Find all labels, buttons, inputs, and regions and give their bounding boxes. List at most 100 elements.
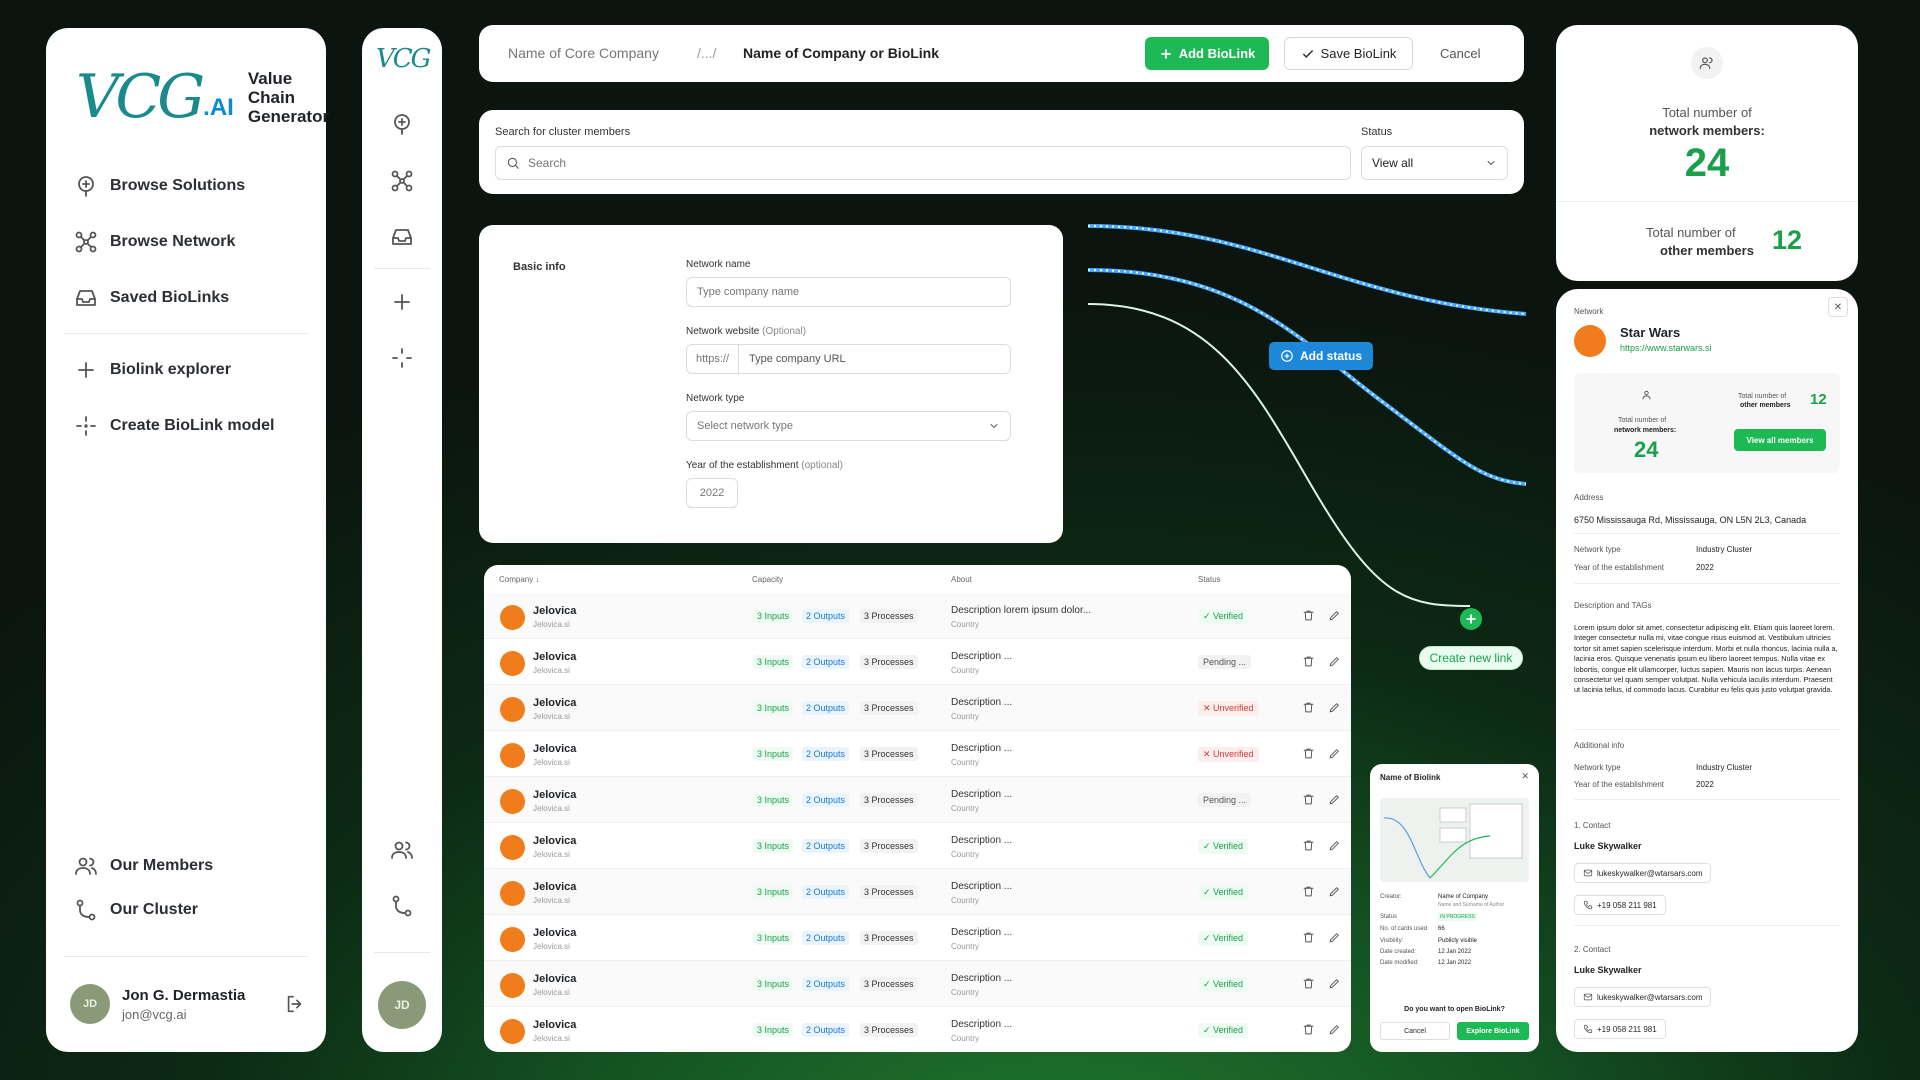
view-all-members-button[interactable]: View all members bbox=[1734, 429, 1826, 451]
network-name-field[interactable]: Type company name bbox=[686, 277, 1011, 307]
biolink-thumbnail[interactable] bbox=[1380, 798, 1529, 882]
nav-browse-solutions[interactable]: Browse Solutions bbox=[74, 174, 245, 198]
nav-biolink-explorer[interactable]: Biolink explorer bbox=[74, 358, 231, 382]
check-icon bbox=[1302, 49, 1313, 58]
nav-our-cluster[interactable]: Our Cluster bbox=[74, 898, 198, 922]
table-row[interactable]: Jelovica Jelovica.si 3 Inputs 2 Outputs 3 Pr… bbox=[484, 961, 1351, 1007]
edit-icon[interactable] bbox=[1328, 885, 1341, 898]
section-title: Basic info bbox=[513, 261, 566, 273]
about-description: Description ... bbox=[951, 1019, 1013, 1030]
breadcrumb-ellipsis[interactable]: /.../ bbox=[697, 45, 716, 61]
button-label: Add status bbox=[1299, 349, 1362, 363]
contact1-email[interactable]: lukeskywalker@wtarsars.com bbox=[1574, 863, 1712, 883]
crosshair-icon bbox=[76, 416, 96, 436]
contact2-email[interactable]: lukeskywalker@wtarsars.com bbox=[1574, 987, 1712, 1007]
trash-icon[interactable] bbox=[1302, 885, 1315, 898]
network-icon[interactable] bbox=[390, 169, 414, 193]
trash-icon[interactable] bbox=[1302, 701, 1315, 714]
edit-icon[interactable] bbox=[1328, 609, 1341, 622]
email-text: lukeskywalker@wtarsars.com bbox=[1597, 992, 1703, 1002]
search-card: Search for cluster members Search Status… bbox=[479, 110, 1524, 194]
table-row[interactable]: Jelovica Jelovica.si 3 Inputs 2 Outputs 3 Pr… bbox=[484, 1007, 1351, 1052]
plus-icon[interactable] bbox=[390, 290, 414, 314]
add-nt-label: Network type bbox=[1574, 763, 1621, 772]
edit-icon[interactable] bbox=[1328, 977, 1341, 990]
network-type-select[interactable]: Select network type bbox=[686, 411, 1011, 441]
network-website-field[interactable]: https:// Type company URL bbox=[686, 344, 1011, 374]
search-input[interactable]: Search bbox=[495, 146, 1351, 180]
processes-tag: 3 Processes bbox=[860, 747, 918, 761]
nav-create-model[interactable]: Create BioLink model bbox=[74, 414, 274, 438]
year-field[interactable]: 2022 bbox=[686, 478, 738, 508]
mini-rail: VCG JD bbox=[362, 28, 442, 1052]
branch-icon[interactable] bbox=[390, 894, 414, 918]
add-biolink-button[interactable]: Add BioLink bbox=[1145, 37, 1269, 70]
processes-tag: 3 Processes bbox=[860, 655, 918, 669]
close-icon[interactable]: ✕ bbox=[1828, 297, 1848, 317]
about-country: Country bbox=[951, 666, 980, 675]
avatar[interactable]: JD bbox=[378, 981, 426, 1029]
edit-icon[interactable] bbox=[1328, 839, 1341, 852]
avatar[interactable]: JD bbox=[70, 984, 110, 1024]
nav-label: Saved BioLinks bbox=[110, 289, 230, 306]
breadcrumb-core[interactable]: Name of Core Company bbox=[508, 45, 659, 61]
address-label: Address bbox=[1574, 493, 1604, 502]
table-row[interactable]: Jelovica Jelovica.si 3 Inputs 2 Outputs 3 Pr… bbox=[484, 593, 1351, 639]
trash-icon[interactable] bbox=[1302, 1023, 1315, 1036]
edit-icon[interactable] bbox=[1328, 1023, 1341, 1036]
save-biolink-button[interactable]: Save BioLink bbox=[1284, 37, 1413, 70]
crosshair-icon[interactable] bbox=[390, 346, 414, 370]
chevron-down-icon bbox=[1487, 161, 1495, 165]
status-select[interactable]: View all bbox=[1361, 146, 1508, 180]
biolink-preview-modal: Name of Biolink ✕ Creator: Name of Compa… bbox=[1370, 764, 1539, 1052]
edit-icon[interactable] bbox=[1328, 701, 1341, 714]
inbox-icon[interactable] bbox=[390, 225, 414, 249]
create-new-link-button[interactable]: Create new link bbox=[1419, 646, 1523, 670]
trash-icon[interactable] bbox=[1302, 793, 1315, 806]
trash-icon[interactable] bbox=[1302, 609, 1315, 622]
edit-icon[interactable] bbox=[1328, 931, 1341, 944]
nav-label: Browse Solutions bbox=[110, 177, 246, 194]
about-description: Description lorem ipsum dolor... bbox=[951, 605, 1092, 616]
explore-biolink-button[interactable]: Explore BioLink bbox=[1457, 1022, 1529, 1040]
table-row[interactable]: Jelovica Jelovica.si 3 Inputs 2 Outputs 3 Pr… bbox=[484, 823, 1351, 869]
users-icon[interactable] bbox=[390, 838, 414, 862]
trash-icon[interactable] bbox=[1302, 655, 1315, 668]
visibility-key: Visibility: bbox=[1380, 938, 1404, 944]
status-badge: ✓ Verified bbox=[1198, 931, 1249, 946]
mini-members-l1: Total number of bbox=[1618, 417, 1667, 424]
members-table: Company ↓ Capacity About Status Jelovica… bbox=[484, 565, 1351, 1052]
table-row[interactable]: Jelovica Jelovica.si 3 Inputs 2 Outputs 3 Pr… bbox=[484, 731, 1351, 777]
add-link-node[interactable] bbox=[1460, 608, 1482, 630]
trash-icon[interactable] bbox=[1302, 977, 1315, 990]
logo-line: Generator bbox=[247, 106, 330, 126]
modal-cancel-button[interactable]: Cancel bbox=[1380, 1022, 1450, 1040]
nav-browse-network[interactable]: Browse Network bbox=[74, 230, 235, 254]
lightbulb-icon[interactable] bbox=[390, 112, 414, 136]
nav-our-members[interactable]: Our Members bbox=[74, 854, 213, 878]
col-header-company[interactable]: Company ↓ bbox=[499, 575, 539, 584]
table-row[interactable]: Jelovica Jelovica.si 3 Inputs 2 Outputs 3 Pr… bbox=[484, 915, 1351, 961]
nav-saved-biolinks[interactable]: Saved BioLinks bbox=[74, 286, 229, 310]
placeholder: Type company name bbox=[697, 286, 800, 298]
table-row[interactable]: Jelovica Jelovica.si 3 Inputs 2 Outputs 3 Pr… bbox=[484, 777, 1351, 823]
table-row[interactable]: Jelovica Jelovica.si 3 Inputs 2 Outputs 3 Pr… bbox=[484, 685, 1351, 731]
trash-icon[interactable] bbox=[1302, 747, 1315, 760]
trash-icon[interactable] bbox=[1302, 931, 1315, 944]
contact2-phone[interactable]: +19 058 211 981 bbox=[1574, 1019, 1666, 1039]
cancel-button[interactable]: Cancel bbox=[1440, 46, 1480, 61]
trash-icon[interactable] bbox=[1302, 839, 1315, 852]
edit-icon[interactable] bbox=[1328, 793, 1341, 806]
edit-icon[interactable] bbox=[1328, 747, 1341, 760]
contact1-phone[interactable]: +19 058 211 981 bbox=[1574, 895, 1666, 915]
outputs-tag: 2 Outputs bbox=[802, 609, 850, 623]
network-url[interactable]: https://www.starwars.si bbox=[1620, 343, 1712, 353]
table-row[interactable]: Jelovica Jelovica.si 3 Inputs 2 Outputs 3 Pr… bbox=[484, 639, 1351, 685]
close-icon[interactable]: ✕ bbox=[1521, 771, 1529, 782]
table-row[interactable]: Jelovica Jelovica.si 3 Inputs 2 Outputs 3 Pr… bbox=[484, 869, 1351, 915]
nav-label: Browse Network bbox=[110, 233, 236, 250]
edit-icon[interactable] bbox=[1328, 655, 1341, 668]
logout-icon[interactable] bbox=[284, 993, 306, 1015]
processes-tag: 3 Processes bbox=[860, 931, 918, 945]
add-status-button[interactable]: Add status bbox=[1269, 342, 1373, 370]
